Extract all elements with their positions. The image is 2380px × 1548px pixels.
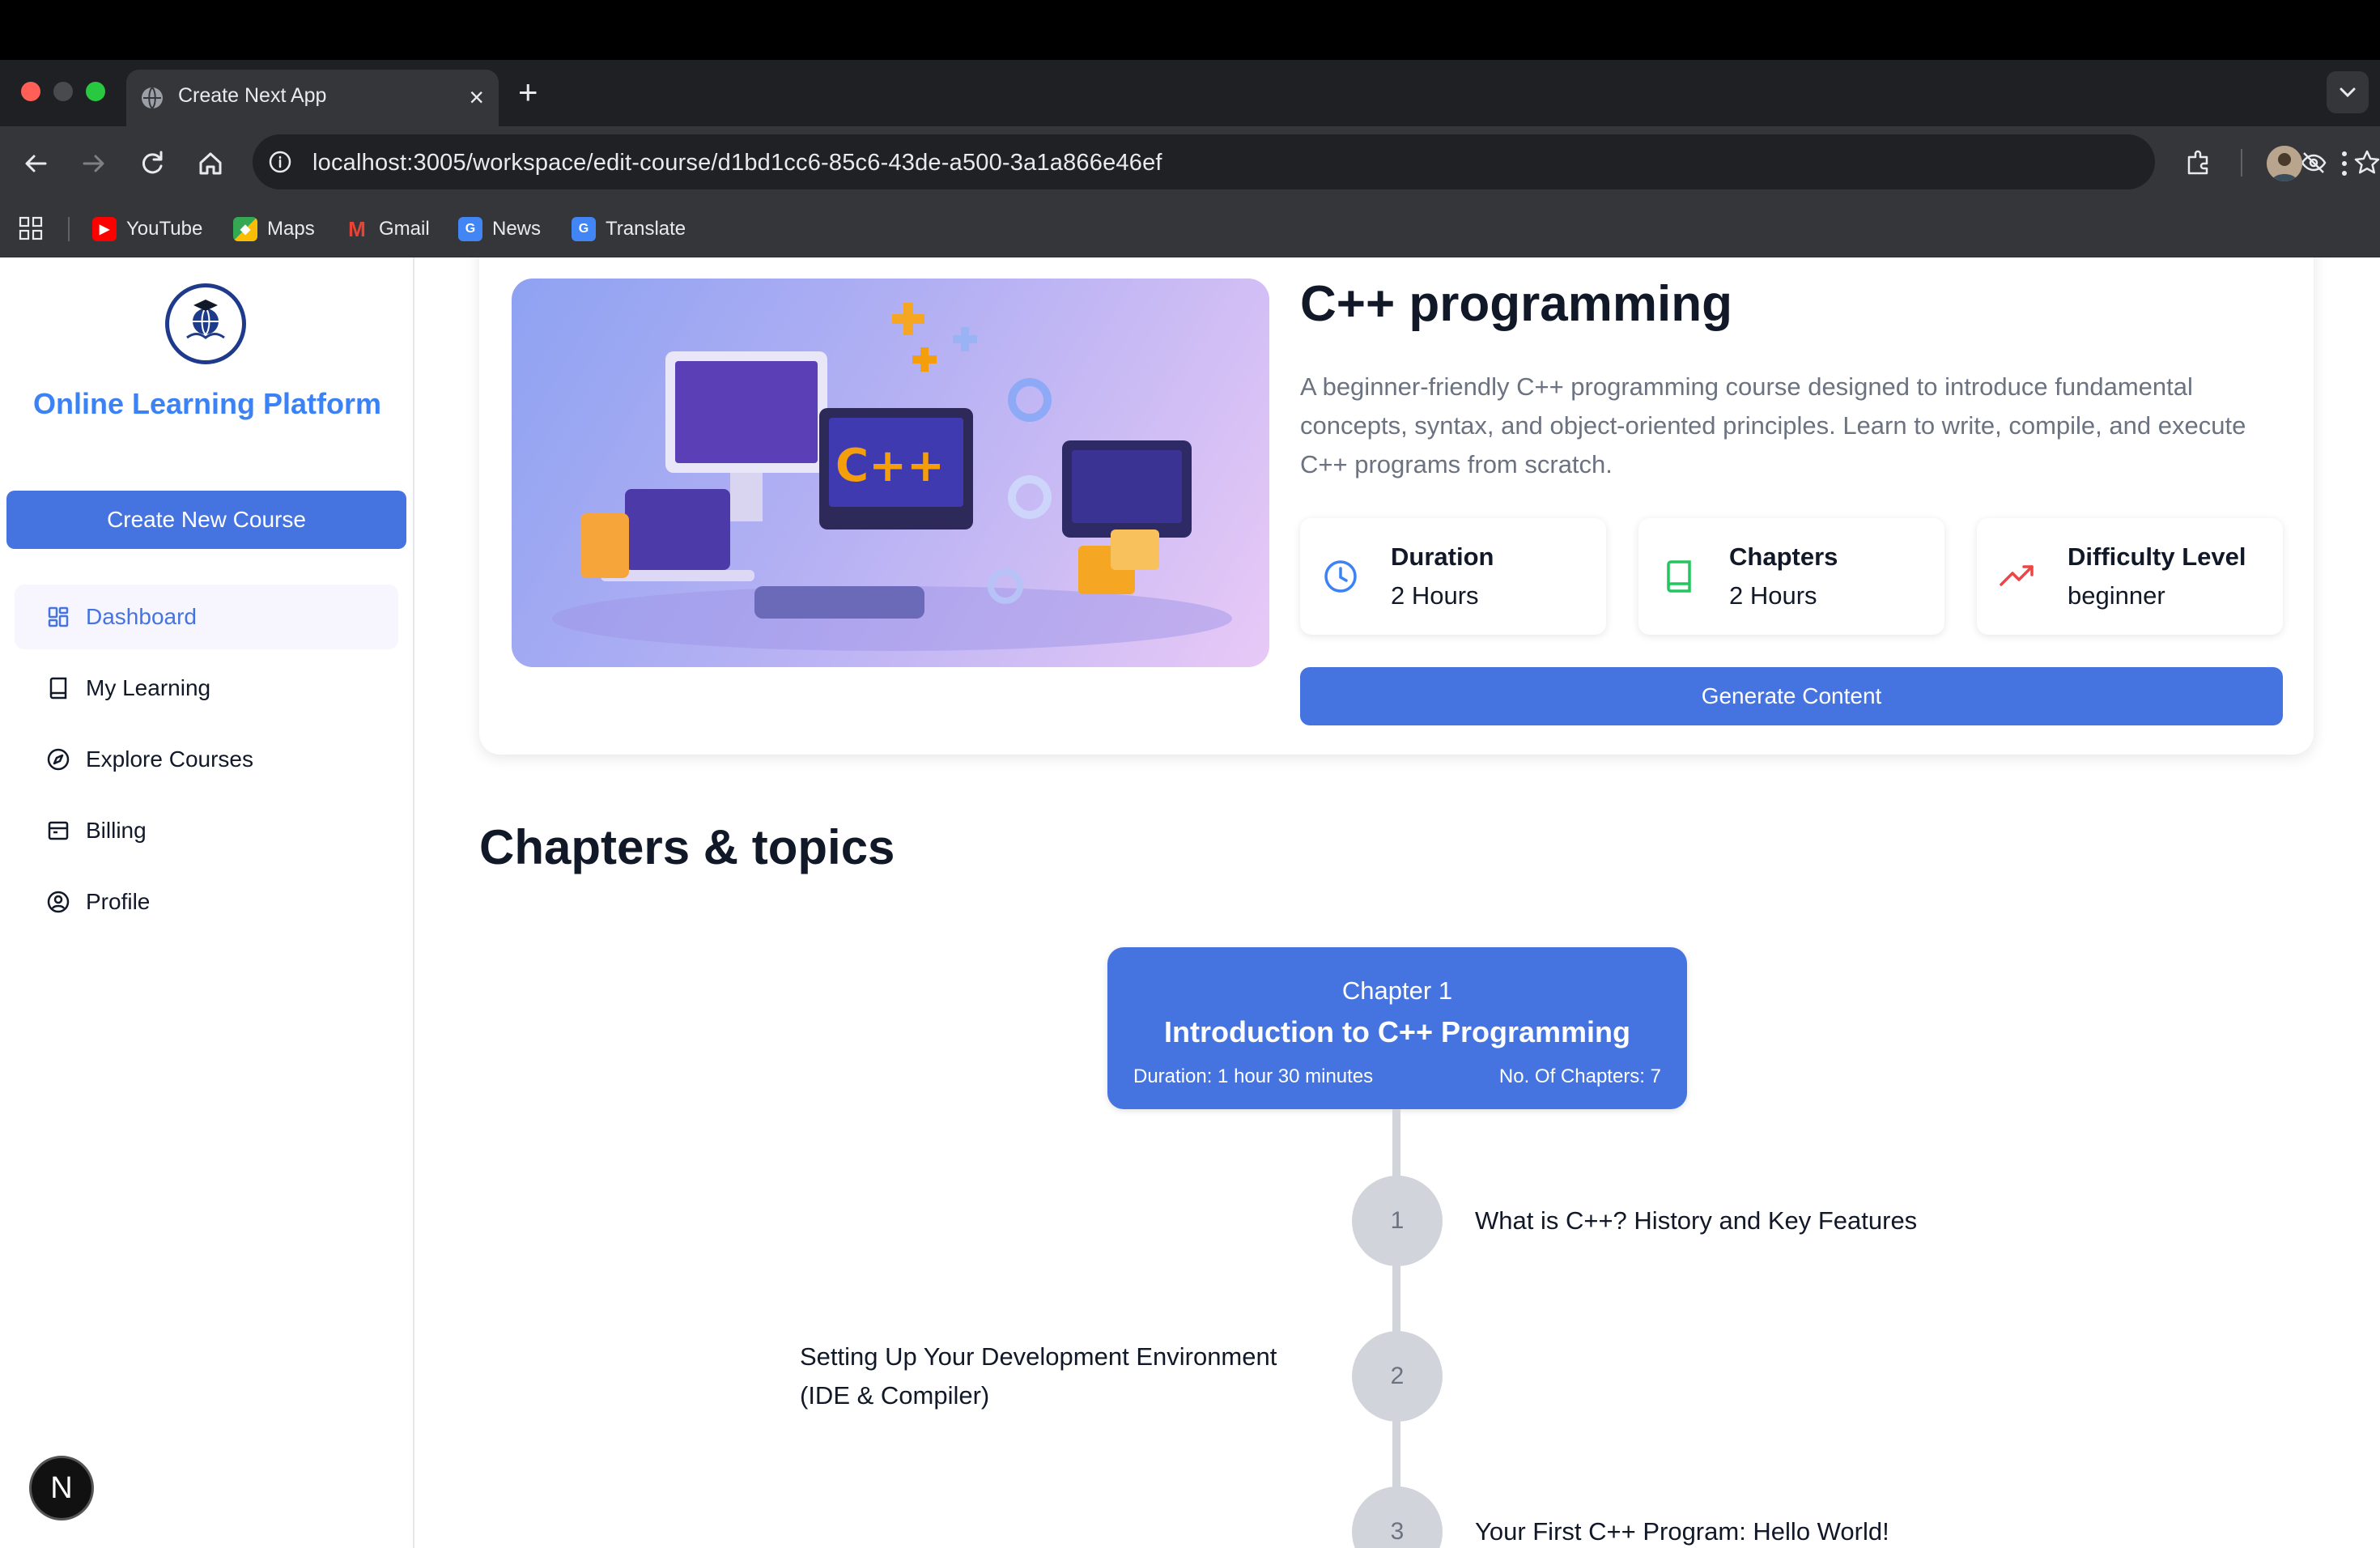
graduation-globe-icon <box>186 300 225 339</box>
translate-icon: G <box>572 217 596 241</box>
sidebar-item-label: My Learning <box>86 675 211 700</box>
browser-tab[interactable]: Create Next App × <box>126 70 499 126</box>
sidebar-item-profile[interactable]: Profile <box>15 870 398 934</box>
bookmarks-divider <box>68 217 70 241</box>
compass-icon <box>47 748 70 771</box>
course-description: A beginner-friendly C++ programming cour… <box>1300 372 2246 478</box>
bookmark-gmail[interactable]: M Gmail <box>345 212 430 246</box>
bookmark-translate[interactable]: G Translate <box>572 212 686 246</box>
sidebar-item-label: Explore Courses <box>86 746 253 772</box>
topic-number: 3 <box>1352 1486 1443 1548</box>
bookmark-label: Gmail <box>379 218 430 240</box>
close-tab-icon[interactable]: × <box>469 81 484 113</box>
toolbar-divider <box>2241 149 2242 176</box>
chapters-stat: Chapters 2 Hours <box>1638 518 1944 635</box>
brand-title: Online Learning Platform <box>32 387 382 420</box>
sidebar-item-explore-courses[interactable]: Explore Courses <box>15 727 398 792</box>
cpp-illustration: C++ <box>552 303 1232 651</box>
system-top-bar <box>0 0 2380 60</box>
profile-icon <box>47 891 70 913</box>
sidebar-item-label: Profile <box>86 889 151 914</box>
clock-icon <box>1324 560 1357 593</box>
topic-title[interactable]: Your First C++ Program: Hello World! <box>1475 1512 2042 1548</box>
url-text[interactable]: localhost:3005/workspace/edit-course/d1b… <box>312 150 1162 176</box>
minimize-window-button[interactable] <box>53 82 73 101</box>
stat-value: 2 Hours <box>1391 581 1479 610</box>
billing-icon <box>48 821 69 840</box>
sidebar: Online Learning Platform Create New Cour… <box>0 257 414 1548</box>
chapters-heading: Chapters & topics <box>479 820 895 874</box>
nextjs-dev-badge[interactable]: N <box>29 1456 94 1520</box>
reload-icon[interactable] <box>134 146 170 181</box>
topic-title[interactable]: Setting Up Your Development Environment … <box>800 1337 1318 1415</box>
bookmark-label: YouTube <box>126 218 203 240</box>
trending-up-icon <box>2000 565 2034 586</box>
course-title: C++ programming <box>1300 276 1732 332</box>
dashboard-icon <box>48 606 69 627</box>
new-tab-button[interactable]: + <box>518 74 538 110</box>
book-icon <box>1667 560 1691 593</box>
chevron-down-icon <box>2340 87 2356 98</box>
book-icon <box>49 677 67 700</box>
extensions-icon[interactable] <box>2182 146 2215 178</box>
chapter-duration: Duration: 1 hour 30 minutes <box>1133 1065 1374 1087</box>
topic-number: 1 <box>1352 1176 1443 1266</box>
back-icon[interactable] <box>18 146 53 181</box>
address-bar[interactable]: localhost:3005/workspace/edit-course/d1b… <box>253 134 2380 189</box>
stat-value: 2 Hours <box>1729 581 1817 610</box>
more-menu-icon[interactable] <box>2331 146 2357 181</box>
news-icon: G <box>458 217 482 241</box>
youtube-icon: ▶ <box>92 217 117 241</box>
generate-content-button[interactable]: Generate Content <box>1300 667 2283 725</box>
maximize-window-button[interactable] <box>86 82 105 101</box>
stat-value: beginner <box>2068 581 2165 610</box>
sidebar-item-label: Billing <box>86 818 147 843</box>
stat-label: Duration <box>1391 542 1494 571</box>
chapter-card[interactable]: Chapter 1 Introduction to C++ Programmin… <box>1107 947 1687 1109</box>
tab-title: Create Next App <box>178 84 327 107</box>
close-window-button[interactable] <box>21 82 40 101</box>
sidebar-item-dashboard[interactable]: Dashboard <box>15 585 398 649</box>
bookmark-news[interactable]: G News <box>458 212 541 246</box>
web-page: Online Learning Platform Create New Cour… <box>0 257 2380 1548</box>
chapter-count: No. Of Chapters: 7 <box>1498 1065 1661 1087</box>
stat-label: Chapters <box>1729 542 1838 571</box>
platform-logo <box>165 283 246 364</box>
banner-cpp-text: C++ <box>835 440 945 492</box>
sidebar-item-label: Dashboard <box>86 604 197 629</box>
maps-icon: ◆ <box>233 217 257 241</box>
create-new-course-button[interactable]: Create New Course <box>6 491 406 549</box>
topic-number: 2 <box>1352 1331 1443 1422</box>
eye-off-icon[interactable] <box>2299 148 2328 177</box>
sidebar-item-billing[interactable]: Billing <box>15 798 398 863</box>
chapter-number: Chapter 1 <box>1341 976 1453 1005</box>
course-banner-image: C++ <box>512 279 1269 667</box>
apps-grid-icon[interactable] <box>18 215 44 241</box>
sidebar-item-my-learning[interactable]: My Learning <box>15 656 398 721</box>
globe-icon <box>142 87 163 109</box>
bookmark-label: Maps <box>267 218 315 240</box>
stat-label: Difficulty Level <box>2068 542 2246 571</box>
bookmark-label: News <box>492 218 542 240</box>
site-info-icon[interactable] <box>267 149 293 175</box>
duration-stat: Duration 2 Hours <box>1300 518 1606 635</box>
user-photo-icon <box>2267 146 2302 181</box>
difficulty-stat: Difficulty Level beginner <box>1977 518 2283 635</box>
tab-search-button[interactable] <box>2327 71 2369 113</box>
chapter-title: Introduction to C++ Programming <box>1163 1015 1631 1048</box>
forward-icon[interactable] <box>76 146 112 181</box>
gmail-icon: M <box>348 216 366 241</box>
bookmark-maps[interactable]: ◆ Maps <box>233 212 315 246</box>
topic-title[interactable]: What is C++? History and Key Features <box>1475 1201 2042 1240</box>
profile-avatar[interactable] <box>2267 146 2302 181</box>
home-icon[interactable] <box>193 146 228 181</box>
bookmark-label: Translate <box>606 218 686 240</box>
bookmark-youtube[interactable]: ▶ YouTube <box>92 212 202 246</box>
bookmarks-bar: ▶ YouTube ◆ Maps M Gmail G News G Transl… <box>0 201 2380 257</box>
